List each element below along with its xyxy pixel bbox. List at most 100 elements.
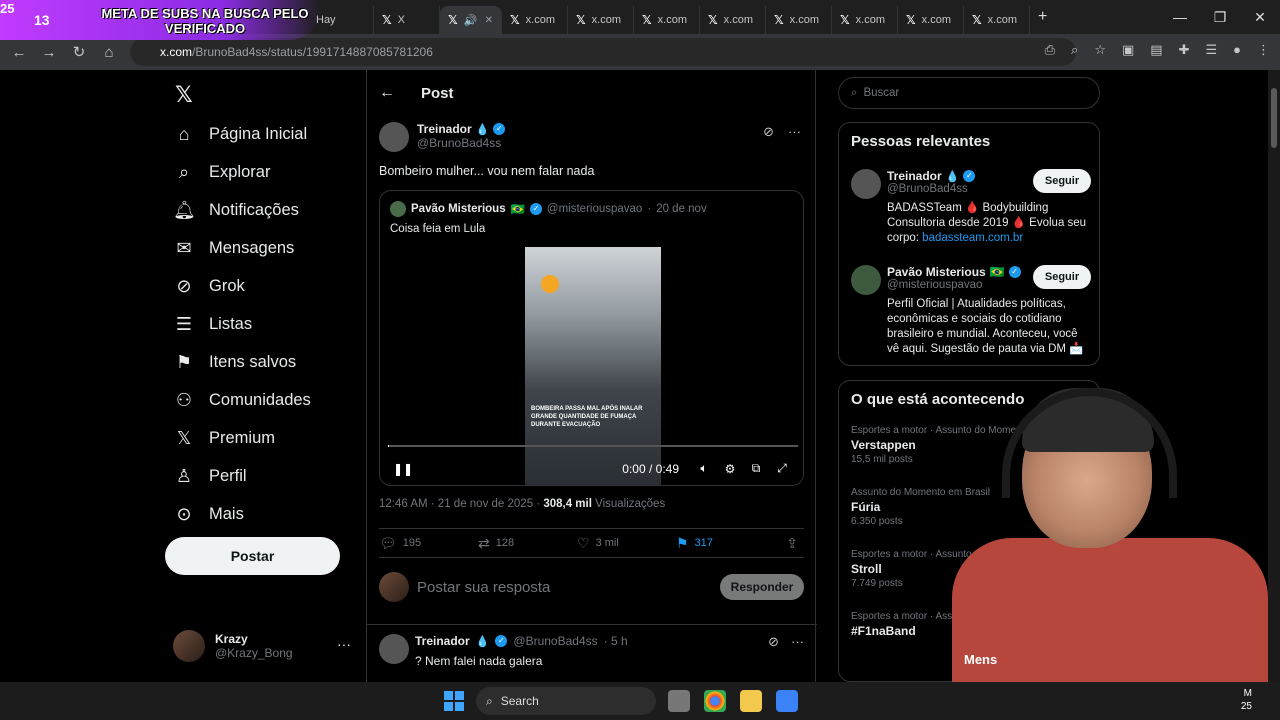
zoom-icon[interactable]: ⌕ <box>1071 42 1078 58</box>
close-tab-icon[interactable]: ✕ <box>485 15 493 26</box>
search-icon: ⌕ <box>851 86 858 99</box>
scrollbar-thumb[interactable] <box>1271 88 1277 148</box>
close-window-icon[interactable]: ✕ <box>1240 0 1280 34</box>
new-tab-icon[interactable]: + <box>1038 8 1047 26</box>
back-arrow-icon[interactable]: ← <box>379 84 395 102</box>
nav-explore[interactable]: ⌕ Explorar <box>173 162 271 183</box>
reply-submit-button[interactable]: Responder <box>720 574 804 600</box>
x-logo-icon: 𝕏 <box>382 13 392 27</box>
search-input[interactable]: ⌕ Buscar <box>838 77 1100 109</box>
grok-icon[interactable]: ⊘ <box>763 124 774 140</box>
relevant-people-card: Pessoas relevantes Treinador 💧 ✓ @BrunoBad… <box>838 122 1100 366</box>
windows-start-icon[interactable] <box>444 691 464 711</box>
profile-icon[interactable]: ● <box>1233 42 1241 58</box>
tab-x-9[interactable]: 𝕏x.com <box>898 6 964 34</box>
nav-label: Explorar <box>209 163 271 181</box>
volume-icon[interactable]: 🔈︎ <box>691 461 717 476</box>
page-scrollbar[interactable] <box>1268 70 1280 682</box>
nav-bookmarks[interactable]: ⚑ Itens salvos <box>173 352 296 373</box>
blood-drop-icon: 💧 <box>475 635 490 648</box>
taskbar-search-label: Search <box>500 694 539 708</box>
video-player[interactable]: BOMBEIRA PASSA MAL APÓS INALAR GRANDE QU… <box>380 247 803 485</box>
star-icon[interactable]: ☆ <box>1094 42 1106 58</box>
repost-button[interactable]: ⇄ 128 <box>478 535 577 552</box>
more-dots-icon[interactable]: ··· <box>337 636 351 652</box>
post-meta: 12:46 AM · 21 de nov de 2025 · 308,4 mil… <box>379 498 665 510</box>
bookmark-button[interactable]: ⚑ 317 <box>676 535 775 552</box>
clock-line-1: M <box>1243 688 1252 699</box>
post-button[interactable]: Postar <box>165 537 340 575</box>
puzzle-icon[interactable]: ✚ <box>1179 42 1190 58</box>
address-bar[interactable]: x.com/BrunoBad4ss/status/199171488708578… <box>130 38 1076 66</box>
avatar[interactable] <box>379 122 409 152</box>
account-switcher[interactable]: Krazy @Krazy_Bong ··· <box>173 630 351 662</box>
nav-more[interactable]: ⊙ Mais <box>173 504 243 525</box>
streamer-webcam <box>932 388 1268 682</box>
reply-input[interactable]: Postar sua resposta <box>417 579 550 596</box>
taskbar-search[interactable]: ⌕ Search <box>476 687 656 715</box>
install-icon[interactable]: ⎙ <box>1045 42 1055 58</box>
more-dots-icon[interactable]: ··· <box>788 124 801 140</box>
follow-button[interactable]: Seguir <box>1033 265 1091 289</box>
pause-icon[interactable]: ❚❚ <box>390 462 416 476</box>
nav-grok[interactable]: ⊘ Grok <box>173 276 244 297</box>
tab-active[interactable]: 𝕏 🔊 ✕ <box>440 6 502 34</box>
nav-home[interactable]: ⌂ Página Inicial <box>173 124 308 145</box>
nav-communities[interactable]: ⚇ Comunidades <box>173 390 311 411</box>
verified-badge-icon: ✓ <box>495 635 508 647</box>
fullscreen-icon[interactable]: ⤢ <box>769 461 795 476</box>
reply-button[interactable]: 💬︎ 195 <box>379 535 478 552</box>
more-dots-icon[interactable]: ··· <box>791 634 804 650</box>
extension-icon[interactable]: ▣ <box>1122 42 1134 58</box>
messages-drawer-label[interactable]: Mens <box>964 652 997 667</box>
home-icon[interactable]: ⌂ <box>94 44 124 61</box>
reload-icon[interactable]: ↻ <box>64 43 94 61</box>
follow-button[interactable]: Seguir <box>1033 169 1091 193</box>
tab-x-8[interactable]: 𝕏x.com <box>832 6 898 34</box>
video-progress-fill <box>388 445 389 447</box>
forward-icon[interactable]: → <box>34 44 64 61</box>
file-explorer-icon[interactable] <box>740 690 762 712</box>
like-button[interactable]: ♡ 3 mil <box>577 535 676 552</box>
maximize-icon[interactable]: ❐ <box>1200 0 1240 34</box>
tab-x-4[interactable]: 𝕏x.com <box>568 6 634 34</box>
store-icon[interactable] <box>776 690 798 712</box>
minimize-icon[interactable]: — <box>1160 0 1200 34</box>
nav-lists[interactable]: ☰ Listas <box>173 314 252 335</box>
person-item[interactable]: Pavão Misterious 🇧🇷 ✓ @misteriouspavao Per… <box>851 265 1091 361</box>
nav-label: Notificações <box>209 201 299 219</box>
tab-x-1[interactable]: 𝕏X <box>374 6 440 34</box>
grok-icon[interactable]: ⊘ <box>768 634 779 650</box>
overlay-text: META DE SUBS NA BUSCA PELO VERIFICADO <box>101 6 309 36</box>
nav-premium[interactable]: 𝕏 Premium <box>173 428 275 449</box>
settings-gear-icon[interactable]: ⚙ <box>717 462 743 476</box>
tab-x-7[interactable]: 𝕏x.com <box>766 6 832 34</box>
tab-x-6[interactable]: 𝕏x.com <box>700 6 766 34</box>
post-text: Bombeiro mulher... vou nem falar nada <box>379 164 595 178</box>
quote-header: Pavão Misterious 🇧🇷 ✓ @misteriouspavao ·… <box>390 201 707 217</box>
reading-list-icon[interactable]: ☰ <box>1205 42 1217 58</box>
nav-messages[interactable]: ✉ Mensagens <box>173 238 294 259</box>
back-icon[interactable]: ← <box>4 44 34 61</box>
pip-icon[interactable]: ⧉ <box>743 461 769 476</box>
task-view-icon[interactable] <box>668 690 690 712</box>
menu-icon[interactable]: ⋮ <box>1257 42 1270 58</box>
person-item[interactable]: Treinador 💧 ✓ @BrunoBad4ss BADASSTeam 🩸 Bo… <box>851 169 1091 245</box>
post-author[interactable]: Treinador 💧 ✓ @BrunoBad4ss <box>379 122 506 152</box>
person-bio-link[interactable]: badassteam.com.br <box>922 232 1023 244</box>
quoted-post[interactable]: Pavão Misterious 🇧🇷 ✓ @misteriouspavao ·… <box>379 190 804 486</box>
extension-icon-2[interactable]: ▤ <box>1150 42 1162 58</box>
window-controls: — ❐ ✕ <box>1160 0 1280 34</box>
avatar[interactable] <box>379 634 409 664</box>
tab-x-5[interactable]: 𝕏x.com <box>634 6 700 34</box>
list-icon: ☰ <box>175 314 193 334</box>
x-logo-icon[interactable]: 𝕏 <box>175 82 193 108</box>
video-progress[interactable] <box>388 445 798 447</box>
nav-notifications[interactable]: 🔔︎ Notificações <box>173 200 299 221</box>
chrome-icon[interactable] <box>704 690 726 712</box>
tab-x-3[interactable]: 𝕏x.com <box>502 6 568 34</box>
nav-profile[interactable]: ♙ Perfil <box>173 466 247 487</box>
search-icon: ⌕ <box>178 162 190 182</box>
tab-x-10[interactable]: 𝕏x.com <box>964 6 1030 34</box>
share-button[interactable]: ⇪ <box>786 535 798 552</box>
